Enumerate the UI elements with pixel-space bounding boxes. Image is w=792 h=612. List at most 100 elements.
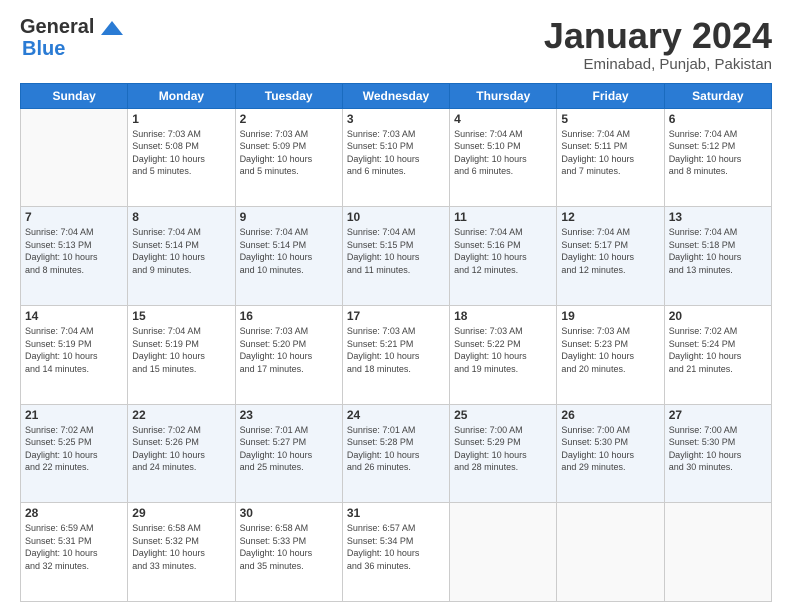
- logo-blue: Blue: [22, 38, 65, 61]
- day-info: Sunrise: 7:04 AM Sunset: 5:10 PM Dayligh…: [454, 128, 552, 178]
- day-number: 22: [132, 408, 230, 422]
- calendar-cell: [557, 503, 664, 602]
- day-number: 13: [669, 210, 767, 224]
- calendar-cell: 17Sunrise: 7:03 AM Sunset: 5:21 PM Dayli…: [342, 305, 449, 404]
- day-number: 30: [240, 506, 338, 520]
- day-number: 8: [132, 210, 230, 224]
- calendar-cell: 29 Sunrise: 6:58 AM Sunset: 5:32 PM Dayli…: [128, 503, 235, 602]
- calendar-cell: 30 Sunrise: 6:58 AM Sunset: 5:33 PM Dayli…: [235, 503, 342, 602]
- calendar-cell: 5Sunrise: 7:04 AM Sunset: 5:11 PM Daylig…: [557, 108, 664, 207]
- calendar-table: SundayMondayTuesdayWednesdayThursdayFrid…: [20, 83, 772, 602]
- day-number: 31: [347, 506, 445, 520]
- day-number: 19: [561, 309, 659, 323]
- day-number: 3: [347, 112, 445, 126]
- day-info: Sunrise: 7:04 AM Sunset: 5:15 PM Dayligh…: [347, 226, 445, 276]
- day-info: Sunrise: 6:58 AM Sunset: 5:32 PM Dayligh…: [132, 522, 230, 572]
- day-info: Sunrise: 7:00 AM Sunset: 5:29 PM Dayligh…: [454, 424, 552, 474]
- calendar-header-sunday: Sunday: [21, 83, 128, 108]
- day-info: Sunrise: 7:04 AM Sunset: 5:16 PM Dayligh…: [454, 226, 552, 276]
- day-info: Sunrise: 7:04 AM Sunset: 5:18 PM Dayligh…: [669, 226, 767, 276]
- day-number: 28: [25, 506, 123, 520]
- day-info: Sunrise: 7:00 AM Sunset: 5:30 PM Dayligh…: [669, 424, 767, 474]
- calendar-cell: 20 Sunrise: 7:02 AM Sunset: 5:24 PM Dayli…: [664, 305, 771, 404]
- day-info: Sunrise: 7:04 AM Sunset: 5:13 PM Dayligh…: [25, 226, 123, 276]
- day-info: Sunrise: 7:00 AM Sunset: 5:30 PM Dayligh…: [561, 424, 659, 474]
- day-info: Sunrise: 7:02 AM Sunset: 5:26 PM Dayligh…: [132, 424, 230, 474]
- day-number: 20: [669, 309, 767, 323]
- day-number: 10: [347, 210, 445, 224]
- day-info: Sunrise: 7:03 AM Sunset: 5:22 PM Dayligh…: [454, 325, 552, 375]
- day-info: Sunrise: 7:04 AM Sunset: 5:11 PM Dayligh…: [561, 128, 659, 178]
- calendar-cell: 10 Sunrise: 7:04 AM Sunset: 5:15 PM Dayli…: [342, 207, 449, 306]
- day-number: 9: [240, 210, 338, 224]
- day-info: Sunrise: 7:02 AM Sunset: 5:24 PM Dayligh…: [669, 325, 767, 375]
- day-info: Sunrise: 7:04 AM Sunset: 5:14 PM Dayligh…: [132, 226, 230, 276]
- calendar-week-4: 21Sunrise: 7:02 AM Sunset: 5:25 PM Dayli…: [21, 404, 772, 503]
- calendar-header-monday: Monday: [128, 83, 235, 108]
- calendar-cell: 26 Sunrise: 7:00 AM Sunset: 5:30 PM Dayli…: [557, 404, 664, 503]
- day-info: Sunrise: 7:04 AM Sunset: 5:17 PM Dayligh…: [561, 226, 659, 276]
- calendar-cell: 21Sunrise: 7:02 AM Sunset: 5:25 PM Dayli…: [21, 404, 128, 503]
- calendar-cell: 24 Sunrise: 7:01 AM Sunset: 5:28 PM Dayli…: [342, 404, 449, 503]
- day-number: 25: [454, 408, 552, 422]
- day-info: Sunrise: 7:04 AM Sunset: 5:14 PM Dayligh…: [240, 226, 338, 276]
- calendar-cell: 1Sunrise: 7:03 AM Sunset: 5:08 PM Daylig…: [128, 108, 235, 207]
- calendar-cell: 12 Sunrise: 7:04 AM Sunset: 5:17 PM Dayli…: [557, 207, 664, 306]
- calendar-header-friday: Friday: [557, 83, 664, 108]
- calendar-cell: 11 Sunrise: 7:04 AM Sunset: 5:16 PM Dayli…: [450, 207, 557, 306]
- day-number: 26: [561, 408, 659, 422]
- day-info: Sunrise: 7:03 AM Sunset: 5:09 PM Dayligh…: [240, 128, 338, 178]
- day-info: Sunrise: 7:04 AM Sunset: 5:12 PM Dayligh…: [669, 128, 767, 178]
- calendar-cell: 22 Sunrise: 7:02 AM Sunset: 5:26 PM Dayli…: [128, 404, 235, 503]
- day-number: 12: [561, 210, 659, 224]
- calendar-cell: 13 Sunrise: 7:04 AM Sunset: 5:18 PM Dayli…: [664, 207, 771, 306]
- calendar-cell: [21, 108, 128, 207]
- day-info: Sunrise: 6:58 AM Sunset: 5:33 PM Dayligh…: [240, 522, 338, 572]
- calendar-cell: 16Sunrise: 7:03 AM Sunset: 5:20 PM Dayli…: [235, 305, 342, 404]
- calendar-week-5: 28 Sunrise: 6:59 AM Sunset: 5:31 PM Dayli…: [21, 503, 772, 602]
- calendar-cell: 23Sunrise: 7:01 AM Sunset: 5:27 PM Dayli…: [235, 404, 342, 503]
- day-info: Sunrise: 7:01 AM Sunset: 5:28 PM Dayligh…: [347, 424, 445, 474]
- calendar-cell: 3 Sunrise: 7:03 AM Sunset: 5:10 PM Daylig…: [342, 108, 449, 207]
- day-number: 6: [669, 112, 767, 126]
- day-number: 15: [132, 309, 230, 323]
- calendar-week-1: 1Sunrise: 7:03 AM Sunset: 5:08 PM Daylig…: [21, 108, 772, 207]
- logo-general: General: [20, 16, 123, 38]
- day-number: 11: [454, 210, 552, 224]
- day-number: 29: [132, 506, 230, 520]
- day-number: 24: [347, 408, 445, 422]
- calendar-cell: 15Sunrise: 7:04 AM Sunset: 5:19 PM Dayli…: [128, 305, 235, 404]
- calendar-header-saturday: Saturday: [664, 83, 771, 108]
- calendar-week-2: 7 Sunrise: 7:04 AM Sunset: 5:13 PM Daylig…: [21, 207, 772, 306]
- calendar-header-row: SundayMondayTuesdayWednesdayThursdayFrid…: [21, 83, 772, 108]
- calendar-cell: 7 Sunrise: 7:04 AM Sunset: 5:13 PM Daylig…: [21, 207, 128, 306]
- calendar-cell: 28 Sunrise: 6:59 AM Sunset: 5:31 PM Dayli…: [21, 503, 128, 602]
- day-number: 4: [454, 112, 552, 126]
- calendar-cell: 8 Sunrise: 7:04 AM Sunset: 5:14 PM Daylig…: [128, 207, 235, 306]
- calendar-cell: 31 Sunrise: 6:57 AM Sunset: 5:34 PM Dayli…: [342, 503, 449, 602]
- calendar-cell: [664, 503, 771, 602]
- day-number: 1: [132, 112, 230, 126]
- day-info: Sunrise: 6:57 AM Sunset: 5:34 PM Dayligh…: [347, 522, 445, 572]
- calendar-week-3: 14Sunrise: 7:04 AM Sunset: 5:19 PM Dayli…: [21, 305, 772, 404]
- calendar-header-wednesday: Wednesday: [342, 83, 449, 108]
- calendar-cell: 9 Sunrise: 7:04 AM Sunset: 5:14 PM Daylig…: [235, 207, 342, 306]
- day-info: Sunrise: 7:03 AM Sunset: 5:10 PM Dayligh…: [347, 128, 445, 178]
- calendar-cell: 19Sunrise: 7:03 AM Sunset: 5:23 PM Dayli…: [557, 305, 664, 404]
- day-number: 17: [347, 309, 445, 323]
- title-area: January 2024 Eminabad, Punjab, Pakistan: [544, 16, 772, 73]
- page: General Blue January 2024 Eminabad, Punj…: [0, 0, 792, 612]
- calendar-cell: 2Sunrise: 7:03 AM Sunset: 5:09 PM Daylig…: [235, 108, 342, 207]
- calendar-cell: 14Sunrise: 7:04 AM Sunset: 5:19 PM Dayli…: [21, 305, 128, 404]
- calendar-cell: 6 Sunrise: 7:04 AM Sunset: 5:12 PM Daylig…: [664, 108, 771, 207]
- calendar-header-thursday: Thursday: [450, 83, 557, 108]
- day-number: 23: [240, 408, 338, 422]
- logo: General Blue: [20, 16, 123, 61]
- calendar-cell: 4 Sunrise: 7:04 AM Sunset: 5:10 PM Daylig…: [450, 108, 557, 207]
- calendar-cell: 27 Sunrise: 7:00 AM Sunset: 5:30 PM Dayli…: [664, 404, 771, 503]
- day-info: Sunrise: 7:03 AM Sunset: 5:20 PM Dayligh…: [240, 325, 338, 375]
- day-info: Sunrise: 6:59 AM Sunset: 5:31 PM Dayligh…: [25, 522, 123, 572]
- calendar-cell: 25 Sunrise: 7:00 AM Sunset: 5:29 PM Dayli…: [450, 404, 557, 503]
- day-number: 7: [25, 210, 123, 224]
- day-number: 27: [669, 408, 767, 422]
